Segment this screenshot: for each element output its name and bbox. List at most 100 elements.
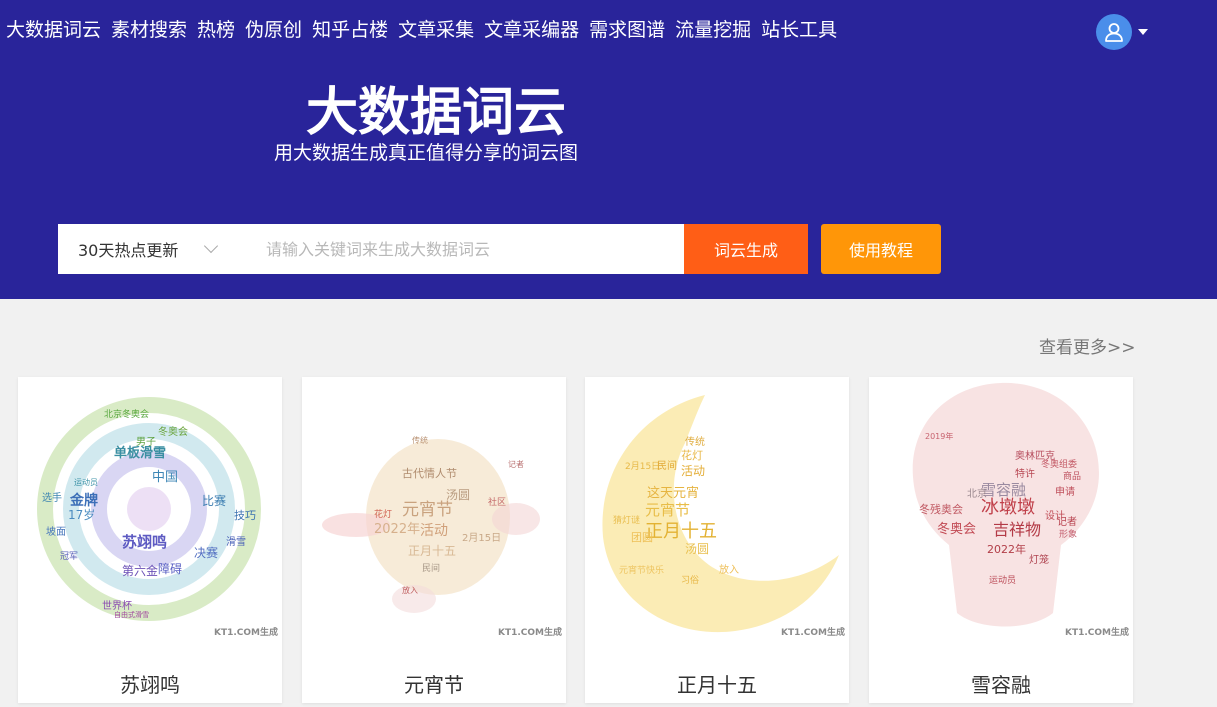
wordcloud-card[interactable]: 冰墩墩 雪容融 吉祥物 冬奥会 冬残奥会 2022年 北京 设计 记者 形象 奥… — [869, 377, 1133, 703]
card-label[interactable]: 元宵节 — [302, 669, 566, 698]
cloud-word: 传统 — [412, 435, 428, 445]
avatar[interactable] — [1096, 14, 1132, 50]
cloud-word: 北京 — [967, 487, 987, 500]
nav-item-zhihu[interactable]: 知乎占楼 — [312, 15, 388, 42]
cloud-word: 商品 — [1063, 470, 1081, 482]
nav-item-demand-graph[interactable]: 需求图谱 — [589, 15, 665, 42]
nav-item-article-editor[interactable]: 文章采编器 — [484, 15, 579, 42]
cloud-word: 汤圆 — [685, 542, 709, 556]
cloud-word: 冰墩墩 — [981, 497, 1035, 518]
cloud-word: 苏翊鸣 — [122, 533, 167, 551]
nav-item-pseudo-original[interactable]: 伪原创 — [245, 15, 302, 42]
nav-item-hot-list[interactable]: 热榜 — [197, 15, 235, 42]
cloud-word: 运动员 — [74, 477, 98, 487]
cloud-word: 比赛 — [202, 493, 226, 508]
nav-item-webmaster-tools[interactable]: 站长工具 — [761, 15, 837, 42]
cloud-word: 冬奥会 — [158, 425, 188, 438]
caret-down-icon[interactable] — [1138, 29, 1148, 35]
watermark: KT1.COM生成 — [781, 626, 845, 638]
page-subtitle: 用大数据生成真正值得分享的词云图 — [274, 142, 579, 164]
cloud-word: 2022年 — [374, 522, 420, 537]
cloud-word: 放入 — [719, 563, 739, 576]
cloud-word: 元宵节 — [645, 501, 690, 519]
cloud-word: 活动 — [681, 464, 705, 478]
range-select-value: 30天热点更新 — [78, 241, 179, 260]
cloud-word: 申请 — [1055, 485, 1075, 498]
cloud-word: 第六金 — [122, 563, 158, 578]
chevron-down-icon — [203, 238, 219, 254]
wordcloud-card[interactable]: 古代情人节 元宵节 汤圆 2022年 活动 正月十五 2月15日 民间 花灯 社… — [302, 377, 566, 703]
cloud-word: 记者 — [508, 460, 524, 469]
generate-button[interactable]: 词云生成 — [684, 224, 808, 274]
card-label[interactable]: 正月十五 — [585, 669, 849, 698]
watermark: KT1.COM生成 — [214, 626, 278, 638]
nav-item-material-search[interactable]: 素材搜索 — [111, 15, 187, 42]
cloud-word: 2月15日 — [462, 532, 501, 544]
cloud-word: 团圆 — [631, 531, 653, 544]
cloud-word: 活动 — [420, 523, 448, 539]
cloud-word: 花灯 — [681, 449, 703, 462]
hero-banner: 大数据词云 素材搜索 热榜 伪原创 知乎占楼 文章采集 文章采编器 需求图谱 流… — [0, 0, 1217, 299]
top-nav: 大数据词云 素材搜索 热榜 伪原创 知乎占楼 文章采集 文章采编器 需求图谱 流… — [6, 15, 837, 42]
nav-item-article-collect[interactable]: 文章采集 — [398, 15, 474, 42]
cloud-word: 2月15日 — [625, 461, 660, 472]
cloud-word: 习俗 — [681, 574, 699, 586]
nav-item-wordcloud[interactable]: 大数据词云 — [6, 15, 101, 42]
wordcloud-image[interactable]: 北京冬奥会 单板滑雪 冬奥会 中国 金牌 苏翊鸣 17岁 第六金 障碍 决赛 比… — [18, 377, 282, 643]
cloud-word: 自由式滑雪 — [114, 610, 149, 619]
cloud-word: 花灯 — [374, 508, 392, 520]
wordcloud-image[interactable]: 正月十五 元宵节 这天元宵 汤圆 放入 活动 花灯 传统 2月15日 民间 团圆… — [585, 377, 849, 643]
keyword-input[interactable] — [244, 224, 684, 274]
wordcloud-image[interactable]: 古代情人节 元宵节 汤圆 2022年 活动 正月十五 2月15日 民间 花灯 社… — [302, 377, 566, 643]
wordcloud-card[interactable]: 正月十五 元宵节 这天元宵 汤圆 放入 活动 花灯 传统 2月15日 民间 团圆… — [585, 377, 849, 703]
cloud-word: 冬残奥会 — [919, 502, 963, 516]
cloud-word: 民间 — [422, 562, 440, 574]
cloud-word: 特许 — [1015, 468, 1035, 480]
cloud-word: 坡面 — [46, 525, 66, 538]
cloud-word: 滑雪 — [226, 536, 246, 548]
cloud-word: 技巧 — [234, 509, 256, 522]
wordcloud-image[interactable]: 冰墩墩 雪容融 吉祥物 冬奥会 冬残奥会 2022年 北京 设计 记者 形象 奥… — [869, 377, 1133, 643]
cloud-word: 2019年 — [925, 431, 953, 441]
cloud-word: 灯笼 — [1029, 553, 1049, 566]
cloud-word: 金牌 — [69, 492, 98, 509]
tutorial-button[interactable]: 使用教程 — [821, 224, 941, 274]
cloud-word: 选手 — [42, 491, 62, 504]
page-title: 大数据词云 — [306, 83, 567, 143]
cloud-word: 古代情人节 — [402, 467, 457, 480]
cloud-word: 社区 — [488, 496, 506, 508]
card-label[interactable]: 苏翊鸣 — [18, 669, 282, 698]
user-menu[interactable] — [1096, 14, 1148, 50]
cloud-word: 障碍 — [158, 561, 182, 576]
cloud-word: 元宵节 — [402, 500, 453, 520]
cloud-word: 雪容融 — [981, 481, 1026, 499]
cloud-word: 正月十五 — [645, 521, 717, 542]
cloud-word: 记者 — [1057, 516, 1077, 528]
watermark: KT1.COM生成 — [498, 626, 562, 638]
cloud-word: 元宵节快乐 — [619, 564, 664, 576]
cloud-word: 传统 — [685, 435, 705, 448]
cloud-word: 吉祥物 — [993, 520, 1041, 539]
wordcloud-card[interactable]: 北京冬奥会 单板滑雪 冬奥会 中国 金牌 苏翊鸣 17岁 第六金 障碍 决赛 比… — [18, 377, 282, 703]
cloud-word: 运动员 — [989, 575, 1016, 586]
cloud-word: 中国 — [152, 470, 178, 485]
cloud-word: 汤圆 — [446, 488, 470, 502]
cloud-word: 猜灯谜 — [613, 514, 640, 526]
cloud-word: 北京冬奥会 — [104, 408, 149, 420]
watermark: KT1.COM生成 — [1065, 626, 1129, 638]
cloud-word: 冠军 — [60, 551, 78, 562]
view-more-link[interactable]: 查看更多>> — [1039, 333, 1136, 358]
cloud-word: 2022年 — [987, 542, 1026, 556]
cloud-word: 男子 — [136, 436, 156, 448]
cloud-word: 正月十五 — [408, 544, 456, 558]
user-icon — [1105, 23, 1123, 42]
range-select[interactable]: 30天热点更新 — [58, 224, 244, 274]
cloud-word: 决赛 — [194, 545, 218, 560]
cloud-word: 放入 — [402, 585, 418, 595]
cloud-word: 民间 — [657, 459, 677, 472]
search-bar: 30天热点更新 词云生成 — [58, 224, 808, 274]
nav-item-traffic-mining[interactable]: 流量挖掘 — [675, 15, 751, 42]
card-label[interactable]: 雪容融 — [869, 669, 1133, 698]
cloud-word: 冬奥组委 — [1041, 458, 1077, 470]
cloud-word: 冬奥会 — [937, 521, 976, 537]
